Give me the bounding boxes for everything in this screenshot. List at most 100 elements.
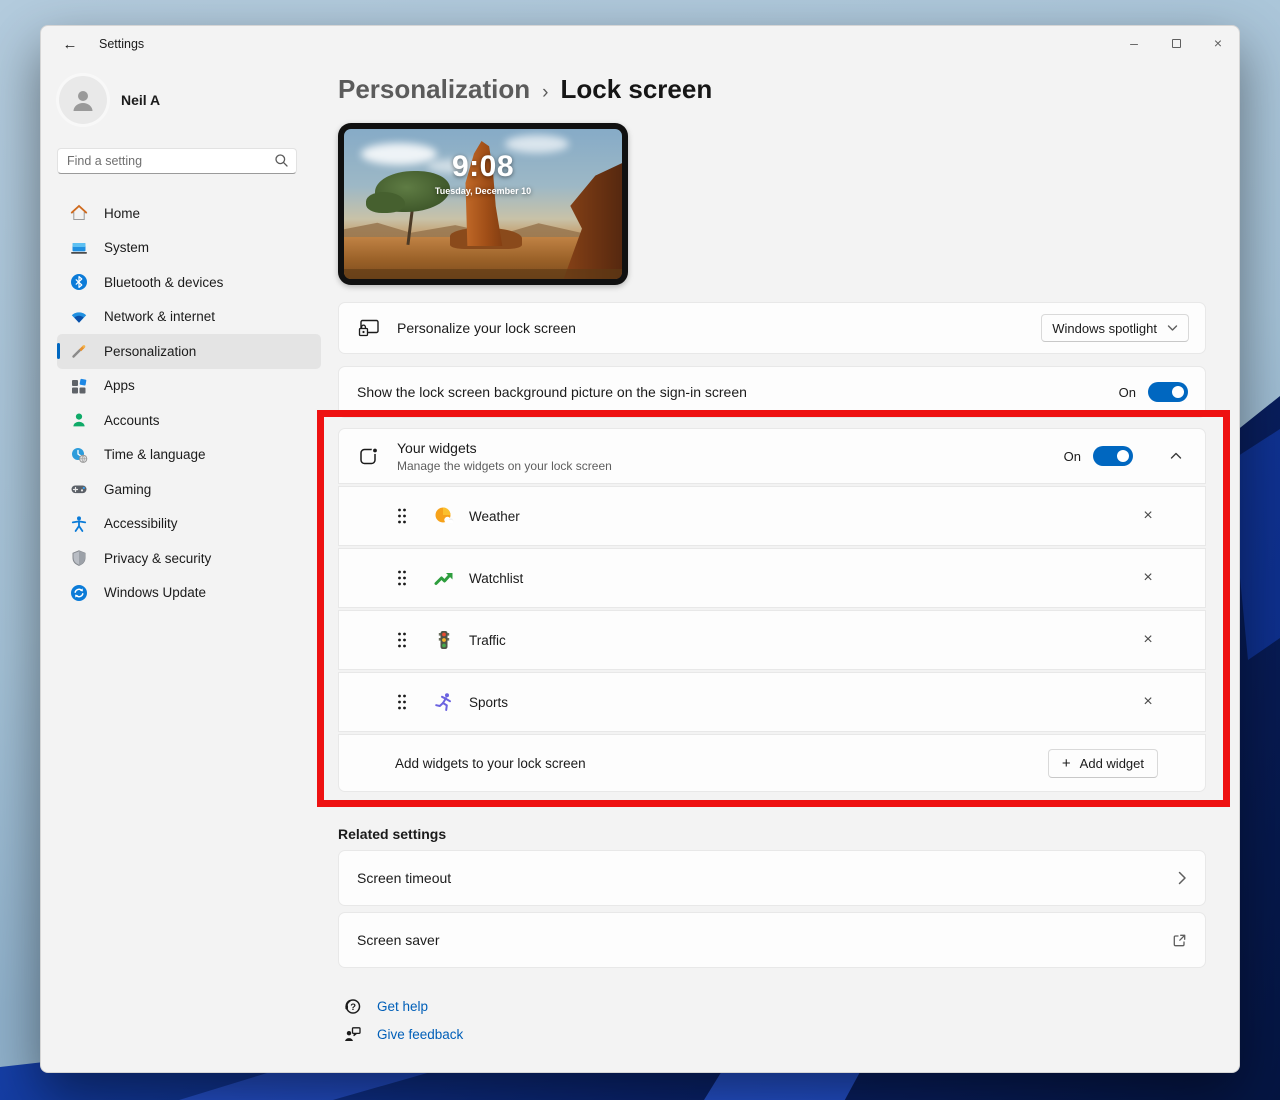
sidebar-item-gaming[interactable]: Gaming: [57, 472, 321, 507]
screen-timeout-row[interactable]: Screen timeout: [338, 850, 1206, 906]
bluetooth-icon: [69, 273, 88, 292]
add-widget-button[interactable]: + Add widget: [1048, 749, 1158, 778]
screen-saver-row[interactable]: Screen saver: [338, 912, 1206, 968]
related-settings-heading: Related settings: [338, 826, 446, 842]
lock-screen-preview-image: 9:08 Tuesday, December 10: [344, 129, 622, 279]
give-feedback-link[interactable]: Give feedback: [377, 1027, 463, 1042]
widgets-header-row[interactable]: Your widgets Manage the widgets on your …: [338, 428, 1206, 484]
widget-label: Watchlist: [469, 571, 523, 586]
personalization-icon: [69, 342, 88, 361]
remove-widget-button[interactable]: ×: [1139, 569, 1157, 587]
minimize-button[interactable]: –: [1113, 26, 1155, 60]
lock-screen-mode-dropdown[interactable]: Windows spotlight: [1041, 314, 1189, 342]
maximize-button[interactable]: [1155, 26, 1197, 60]
sidebar-item-system[interactable]: System: [57, 231, 321, 266]
sidebar-item-time-language[interactable]: Time & language: [57, 438, 321, 473]
sidebar-item-personalization[interactable]: Personalization: [57, 334, 321, 369]
preview-time: 9:08: [344, 150, 622, 184]
system-icon: [69, 238, 88, 257]
sidebar-item-label: Accounts: [104, 413, 160, 428]
widgets-title: Your widgets: [397, 440, 612, 456]
widgets-subtitle: Manage the widgets on your lock screen: [397, 459, 612, 473]
sidebar-item-home[interactable]: Home: [57, 196, 321, 231]
network-icon: [69, 307, 88, 326]
search-icon[interactable]: [274, 153, 289, 168]
search-box: [57, 148, 297, 174]
lock-screen-preview: 9:08 Tuesday, December 10: [338, 123, 628, 285]
avatar: [59, 76, 107, 124]
sidebar-item-label: Apps: [104, 378, 135, 393]
breadcrumb-separator-icon: ›: [542, 82, 548, 104]
back-button[interactable]: ←: [53, 31, 87, 57]
windows-update-icon: [69, 583, 88, 602]
traffic-icon: [433, 629, 455, 651]
toggle-state-label: On: [1119, 385, 1136, 400]
get-help-row: ? Get help: [342, 996, 428, 1016]
preview-clock: 9:08 Tuesday, December 10: [344, 150, 622, 196]
dropdown-value: Windows spotlight: [1052, 321, 1157, 336]
add-widgets-row: Add widgets to your lock screen + Add wi…: [338, 734, 1206, 792]
page-title: Lock screen: [560, 74, 712, 105]
add-widget-button-label: Add widget: [1080, 756, 1144, 771]
accessibility-icon: [69, 514, 88, 533]
user-profile[interactable]: Neil A: [57, 70, 337, 128]
sports-icon: [433, 691, 455, 713]
sidebar-item-apps[interactable]: Apps: [57, 369, 321, 404]
widget-row-weather: Weather ×: [338, 486, 1206, 546]
sidebar-item-bluetooth[interactable]: Bluetooth & devices: [57, 265, 321, 300]
add-widgets-label: Add widgets to your lock screen: [395, 756, 586, 771]
sidebar-item-label: Accessibility: [104, 516, 178, 531]
sidebar-item-label: Home: [104, 206, 140, 221]
widgets-toggle[interactable]: [1093, 446, 1133, 466]
preview-date: Tuesday, December 10: [344, 186, 622, 196]
titlebar: ← Settings – ×: [41, 26, 1239, 62]
remove-widget-button[interactable]: ×: [1139, 631, 1157, 649]
person-icon: [69, 86, 97, 114]
drag-handle-icon[interactable]: [395, 631, 409, 649]
collapse-button[interactable]: [1163, 443, 1189, 469]
sidebar-item-windows-update[interactable]: Windows Update: [57, 576, 321, 611]
external-link-icon: [1172, 933, 1187, 948]
time-language-icon: [69, 445, 88, 464]
search-input[interactable]: [57, 148, 297, 174]
sidebar-item-privacy[interactable]: Privacy & security: [57, 541, 321, 576]
settings-window: ← Settings – × Neil A: [40, 25, 1240, 1073]
widget-label: Weather: [469, 509, 520, 524]
sidebar: Neil A Home Sys: [57, 70, 337, 610]
chevron-up-icon: [1170, 452, 1182, 460]
sidebar-item-accessibility[interactable]: Accessibility: [57, 507, 321, 542]
remove-widget-button[interactable]: ×: [1139, 507, 1157, 525]
drag-handle-icon[interactable]: [395, 507, 409, 525]
sidebar-item-label: System: [104, 240, 149, 255]
toggle-knob: [1117, 450, 1129, 462]
chevron-down-icon: [1167, 324, 1178, 332]
weather-icon: [433, 505, 455, 527]
chevron-right-icon: [1178, 871, 1187, 885]
signin-toggle[interactable]: [1148, 382, 1188, 402]
window-title: Settings: [99, 37, 144, 51]
feedback-person-icon: [342, 1024, 362, 1044]
sidebar-item-accounts[interactable]: Accounts: [57, 403, 321, 438]
sidebar-item-label: Windows Update: [104, 585, 206, 600]
get-help-link[interactable]: Get help: [377, 999, 428, 1014]
drag-handle-icon[interactable]: [395, 569, 409, 587]
sidebar-item-label: Network & internet: [104, 309, 215, 324]
drag-handle-icon[interactable]: [395, 693, 409, 711]
widget-row-sports: Sports ×: [338, 672, 1206, 732]
signin-label: Show the lock screen background picture …: [357, 384, 747, 400]
help-headset-icon: ?: [342, 996, 362, 1016]
preview-foreground: [344, 269, 622, 280]
screen-saver-label: Screen saver: [357, 932, 439, 948]
home-icon: [69, 204, 88, 223]
svg-text:?: ?: [350, 1001, 356, 1012]
sidebar-item-network[interactable]: Network & internet: [57, 300, 321, 335]
apps-icon: [69, 376, 88, 395]
widget-label: Sports: [469, 695, 508, 710]
breadcrumb: Personalization › Lock screen: [338, 74, 712, 105]
accounts-icon: [69, 411, 88, 430]
close-button[interactable]: ×: [1197, 26, 1239, 60]
widget-label: Traffic: [469, 633, 506, 648]
remove-widget-button[interactable]: ×: [1139, 693, 1157, 711]
widget-row-watchlist: Watchlist ×: [338, 548, 1206, 608]
breadcrumb-parent[interactable]: Personalization: [338, 74, 530, 105]
